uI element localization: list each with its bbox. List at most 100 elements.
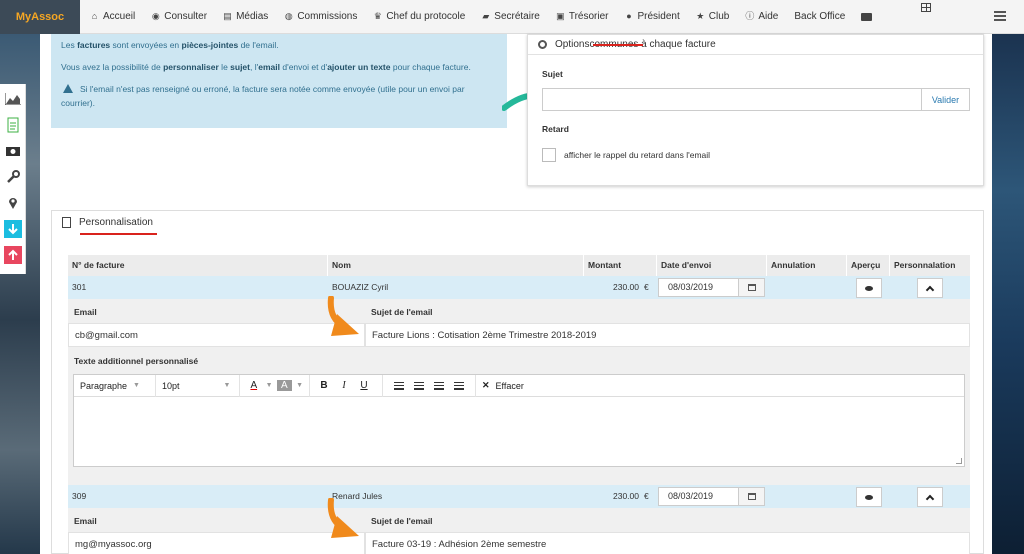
info-line-warning: Si l'email n'est pas renseigné ou erroné… (61, 84, 465, 108)
col-cancel: Annulation (767, 255, 847, 276)
send-date-input[interactable]: 08/03/2019 (658, 278, 739, 297)
nav-commissions[interactable]: ◍ Commissions (284, 11, 357, 22)
late-reminder-checkbox[interactable] (542, 148, 556, 162)
color-group: A ▼ A ▼ (240, 374, 310, 397)
late-label: Retard (542, 124, 569, 134)
nav-accueil[interactable]: ⌂ Accueil (90, 11, 135, 22)
email-label: Email (74, 307, 97, 317)
brand-logo[interactable]: MyAssoc (0, 0, 80, 34)
trophy-icon: ♛ (373, 11, 382, 21)
align-justify-icon[interactable] (454, 381, 464, 390)
invoice-number: 301 (72, 282, 87, 292)
email-input[interactable]: cb@gmail.com (68, 323, 365, 347)
money-tool[interactable] (4, 142, 22, 160)
paragraph-select[interactable]: Paragraphe ▼ (74, 374, 156, 397)
nav-tresorier[interactable]: ▣ Trésorier (556, 11, 608, 22)
invoice-amount: 230.00 (613, 282, 639, 292)
users-icon: ◍ (284, 11, 293, 21)
nav-back-office[interactable]: Back Office (794, 11, 845, 22)
align-group (383, 374, 476, 397)
upload-tool[interactable] (4, 246, 22, 264)
underline-button[interactable]: U (356, 380, 372, 391)
align-center-icon[interactable] (414, 381, 424, 390)
warning-icon (63, 84, 73, 93)
area-chart-icon (5, 93, 21, 105)
star-icon: ★ (696, 11, 705, 21)
validate-button[interactable]: Valider (921, 88, 970, 111)
table-header: N° de facture Nom Montant Date d'envoi A… (68, 255, 970, 276)
col-name: Nom (328, 255, 584, 276)
text-color-button[interactable]: A (246, 380, 262, 391)
settings-tool[interactable] (4, 168, 22, 186)
left-toolbar (0, 84, 26, 274)
nav-medias[interactable]: ▤ Médias (223, 11, 268, 22)
personalization-header: Personnalisation (62, 217, 153, 228)
fontsize-select[interactable]: 10pt ▼ (156, 374, 240, 397)
arrow-up-icon (8, 249, 18, 260)
chart-tool[interactable] (4, 90, 22, 108)
document-icon (7, 117, 19, 133)
email-input[interactable]: mg@myassoc.org (68, 532, 365, 554)
envelope-icon (861, 12, 873, 21)
highlight-button[interactable]: A (276, 380, 293, 391)
nav-secretaire[interactable]: ▰ Secrétaire (481, 11, 540, 22)
col-preview: Aperçu (847, 255, 890, 276)
calendar-button[interactable] (738, 278, 765, 297)
caret-down-icon: ▼ (133, 382, 140, 389)
nav-consulter[interactable]: ◉ Consulter (151, 11, 207, 22)
preview-button[interactable] (856, 487, 882, 507)
nav-club[interactable]: ★ Club (696, 11, 729, 22)
location-tool[interactable] (4, 194, 22, 212)
eye-icon: ◉ (151, 11, 160, 21)
calendar-icon (747, 493, 756, 500)
email-subject-label: Sujet de l'email (371, 516, 433, 526)
info-line-attachments: Les factures sont envoyées en pièces-joi… (61, 40, 279, 50)
subject-input[interactable] (542, 88, 922, 111)
chevron-up-icon (925, 494, 935, 503)
caret-down-icon: ▼ (265, 382, 273, 389)
collapse-button[interactable] (917, 487, 943, 507)
caret-down-icon: ▼ (296, 382, 303, 389)
invoice-currency: € (644, 282, 649, 292)
menu-icon[interactable] (994, 11, 1006, 21)
row-details: Email Sujet de l'email cb@gmail.com Fact… (68, 299, 970, 348)
money-icon: ▣ (556, 11, 565, 21)
italic-button[interactable]: I (336, 380, 352, 391)
eye-icon (865, 494, 873, 500)
preview-button[interactable] (856, 278, 882, 298)
file-icon: ▤ (223, 11, 232, 21)
globe-icon: ● (626, 11, 632, 21)
align-right-icon[interactable] (434, 381, 444, 390)
align-left-icon[interactable] (394, 381, 404, 390)
nav-messages[interactable] (861, 12, 873, 21)
bold-button[interactable]: B (316, 380, 332, 391)
book-icon: ▰ (482, 11, 490, 21)
chevron-up-icon (925, 285, 935, 294)
send-date-input[interactable]: 08/03/2019 (658, 487, 739, 506)
invoice-name: BOUAZIZ Cyril (332, 282, 389, 292)
email-subject-label: Sujet de l'email (371, 307, 433, 317)
wrench-icon (7, 170, 20, 183)
calendar-button[interactable] (738, 487, 765, 506)
orange-arrow-annotation (327, 498, 359, 538)
subject-label: Sujet (542, 69, 563, 79)
info-box: Les factures sont envoyées en pièces-joi… (51, 34, 507, 128)
row-details: Email Sujet de l'email mg@myassoc.org Fa… (68, 508, 970, 554)
common-options-card: Options communes à chaque facture Sujet … (527, 34, 984, 186)
info-icon: ⓘ (745, 11, 755, 21)
split-view-icon[interactable] (921, 3, 931, 12)
download-tool[interactable] (4, 220, 22, 238)
format-group: B I U (310, 374, 383, 397)
nav-chef-protocole[interactable]: ♛ Chef du protocole (373, 11, 466, 22)
col-amount: Montant (584, 255, 657, 276)
top-navbar: MyAssoc ⌂ Accueil ◉ Consulter ▤ Médias ◍ Com… (0, 0, 1024, 34)
document-tool[interactable] (4, 116, 22, 134)
email-subject-input[interactable]: Facture Lions : Cotisation 2ème Trimestr… (365, 323, 970, 347)
resize-handle[interactable] (956, 458, 962, 464)
nav-aide[interactable]: ⓘ Aide (745, 11, 778, 22)
invoice-number: 309 (72, 491, 87, 501)
collapse-button[interactable] (917, 278, 943, 298)
clear-format-button[interactable]: ✕ Effacer (476, 375, 530, 397)
nav-president[interactable]: ● Président (625, 11, 679, 22)
email-subject-input[interactable]: Facture 03-19 : Adhésion 2ème semestre (365, 532, 970, 554)
